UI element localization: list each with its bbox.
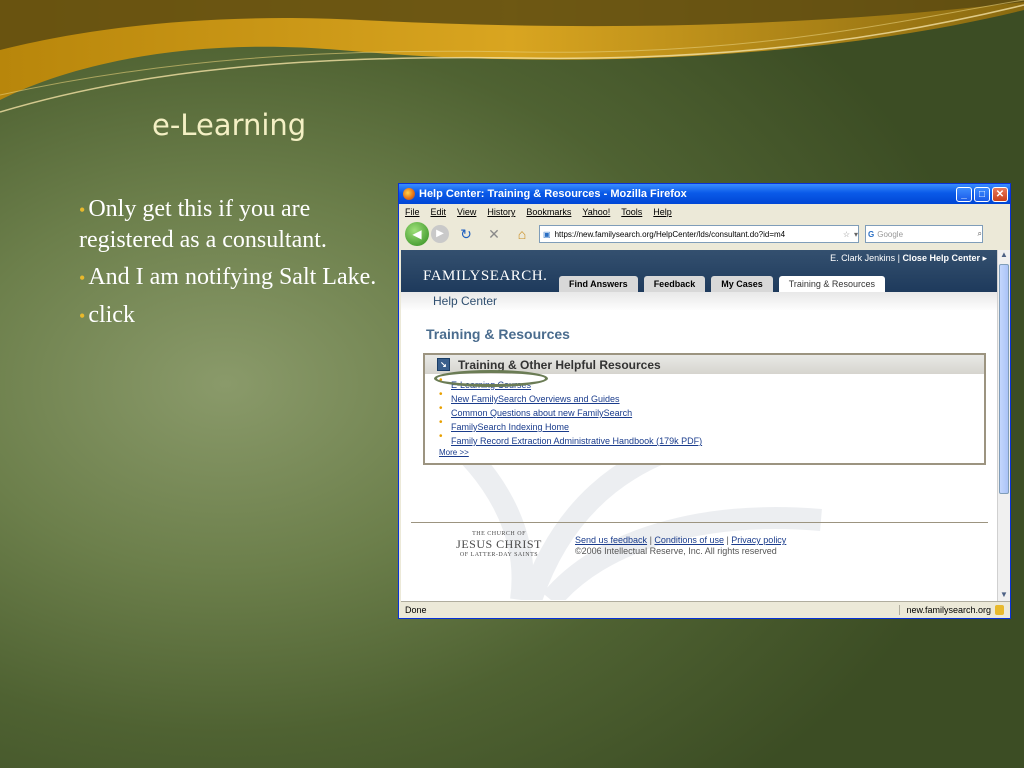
footer-divider xyxy=(411,522,988,523)
bullet-text: And I am notifying Salt Lake. xyxy=(88,264,377,290)
menu-yahoo[interactable]: Yahoo! xyxy=(582,207,610,217)
more-link[interactable]: More >> xyxy=(425,448,984,457)
link-extraction-handbook[interactable]: Family Record Extraction Administrative … xyxy=(439,430,984,448)
home-icon[interactable]: ⌂ xyxy=(511,226,533,242)
tab-find-answers[interactable]: Find Answers xyxy=(559,276,638,292)
bullet-dot-icon: • xyxy=(79,306,86,326)
slide-title: e-Learning xyxy=(152,108,307,142)
link-common-questions[interactable]: Common Questions about new FamilySearch xyxy=(439,402,984,420)
tab-feedback[interactable]: Feedback xyxy=(643,276,706,292)
bullet-dot-icon: • xyxy=(79,200,86,220)
url-text: https://new.familysearch.org/HelpCenter/… xyxy=(554,229,786,239)
window-title: Help Center: Training & Resources - Mozi… xyxy=(419,188,687,200)
menu-help[interactable]: Help xyxy=(653,207,672,217)
tab-training-resources[interactable]: Training & Resources xyxy=(778,276,885,292)
address-bar[interactable]: ▣ https://new.familysearch.org/HelpCente… xyxy=(539,225,859,243)
bullet-text: Only get this if you are registered as a… xyxy=(79,196,327,253)
help-center-subheader: Help Center xyxy=(401,292,997,310)
user-bar: E. Clark Jenkins | Close Help Center ▸ xyxy=(830,253,987,263)
menu-bookmarks[interactable]: Bookmarks xyxy=(526,207,571,217)
status-host: new.familysearch.org xyxy=(899,605,1010,615)
back-arrow-icon[interactable]: ◀ xyxy=(405,222,429,246)
privacy-policy-link[interactable]: Privacy policy xyxy=(731,535,786,545)
status-text: Done xyxy=(405,605,427,615)
user-name: E. Clark Jenkins xyxy=(830,253,896,263)
url-dropdown-icon[interactable]: ▾ xyxy=(854,230,858,239)
copyright-text: ©2006 Intellectual Reserve, Inc. All rig… xyxy=(575,546,777,556)
bullet-item: • And I am notifying Salt Lake. xyxy=(79,262,379,293)
close-window-button[interactable]: ✕ xyxy=(992,186,1008,202)
conditions-of-use-link[interactable]: Conditions of use xyxy=(654,535,724,545)
church-logo: THE CHURCH OF JESUS CHRIST OF LATTER-DAY… xyxy=(449,531,549,558)
menu-file[interactable]: File xyxy=(405,207,420,217)
menu-bar: File Edit View History Bookmarks Yahoo! … xyxy=(399,204,1010,220)
firefox-icon xyxy=(403,188,415,200)
collapse-icon[interactable]: ↘ xyxy=(437,358,450,371)
site-identity-icon[interactable]: ▣ xyxy=(543,230,551,239)
scroll-thumb[interactable] xyxy=(999,264,1009,494)
menu-history[interactable]: History xyxy=(487,207,515,217)
status-bar: Done new.familysearch.org xyxy=(401,601,1010,618)
tab-my-cases[interactable]: My Cases xyxy=(711,276,773,292)
help-tabs: Find Answers Feedback My Cases Training … xyxy=(559,276,885,292)
close-help-center-link[interactable]: Close Help Center xyxy=(902,253,980,263)
bookmark-star-icon[interactable]: ☆ xyxy=(843,230,850,239)
status-host-text: new.familysearch.org xyxy=(906,605,991,615)
menu-tools[interactable]: Tools xyxy=(621,207,642,217)
lock-icon[interactable] xyxy=(995,605,1004,615)
bullet-dot-icon: • xyxy=(79,268,86,288)
window-titlebar: Help Center: Training & Resources - Mozi… xyxy=(399,184,1010,204)
browser-window: Help Center: Training & Resources - Mozi… xyxy=(398,183,1011,619)
google-engine-icon[interactable]: G xyxy=(868,230,874,239)
search-icon[interactable]: ⌕ xyxy=(978,229,982,239)
navigation-toolbar: ◀ ▶ ↻ ✕ ⌂ ▣ https://new.familysearch.org… xyxy=(399,220,1010,248)
link-indexing-home[interactable]: FamilySearch Indexing Home xyxy=(439,416,984,434)
church-logo-line3: OF LATTER-DAY SAINTS xyxy=(459,552,539,558)
forward-arrow-icon[interactable]: ▶ xyxy=(431,225,449,243)
maximize-button[interactable]: □ xyxy=(974,186,990,202)
bullet-item: • Only get this if you are registered as … xyxy=(79,194,379,255)
link-overviews-guides[interactable]: New FamilySearch Overviews and Guides xyxy=(439,388,984,406)
page-heading: Training & Resources xyxy=(426,326,570,342)
familysearch-logo[interactable]: FAMILYSEARCH. xyxy=(423,268,547,285)
reload-icon[interactable]: ↻ xyxy=(455,226,477,243)
menu-view[interactable]: View xyxy=(457,207,476,217)
bullet-item: • click xyxy=(79,300,379,331)
footer-links: Send us feedback | Conditions of use | P… xyxy=(575,535,787,556)
familysearch-header: E. Clark Jenkins | Close Help Center ▸ F… xyxy=(401,250,997,292)
bullet-list: • Only get this if you are registered as … xyxy=(79,194,379,338)
page-content: E. Clark Jenkins | Close Help Center ▸ F… xyxy=(401,250,997,602)
menu-edit[interactable]: Edit xyxy=(431,207,447,217)
minimize-button[interactable]: _ xyxy=(956,186,972,202)
stop-icon[interactable]: ✕ xyxy=(483,226,505,243)
vertical-scrollbar[interactable]: ▲ ▼ xyxy=(997,250,1010,602)
search-placeholder: Google xyxy=(877,229,904,239)
bullet-text: click xyxy=(88,302,135,328)
church-logo-line2: JESUS CHRIST xyxy=(456,537,542,551)
highlight-circle xyxy=(434,370,548,387)
search-box[interactable]: G Google ⌕ xyxy=(865,225,983,243)
scroll-up-icon[interactable]: ▲ xyxy=(999,250,1009,262)
send-feedback-link[interactable]: Send us feedback xyxy=(575,535,647,545)
